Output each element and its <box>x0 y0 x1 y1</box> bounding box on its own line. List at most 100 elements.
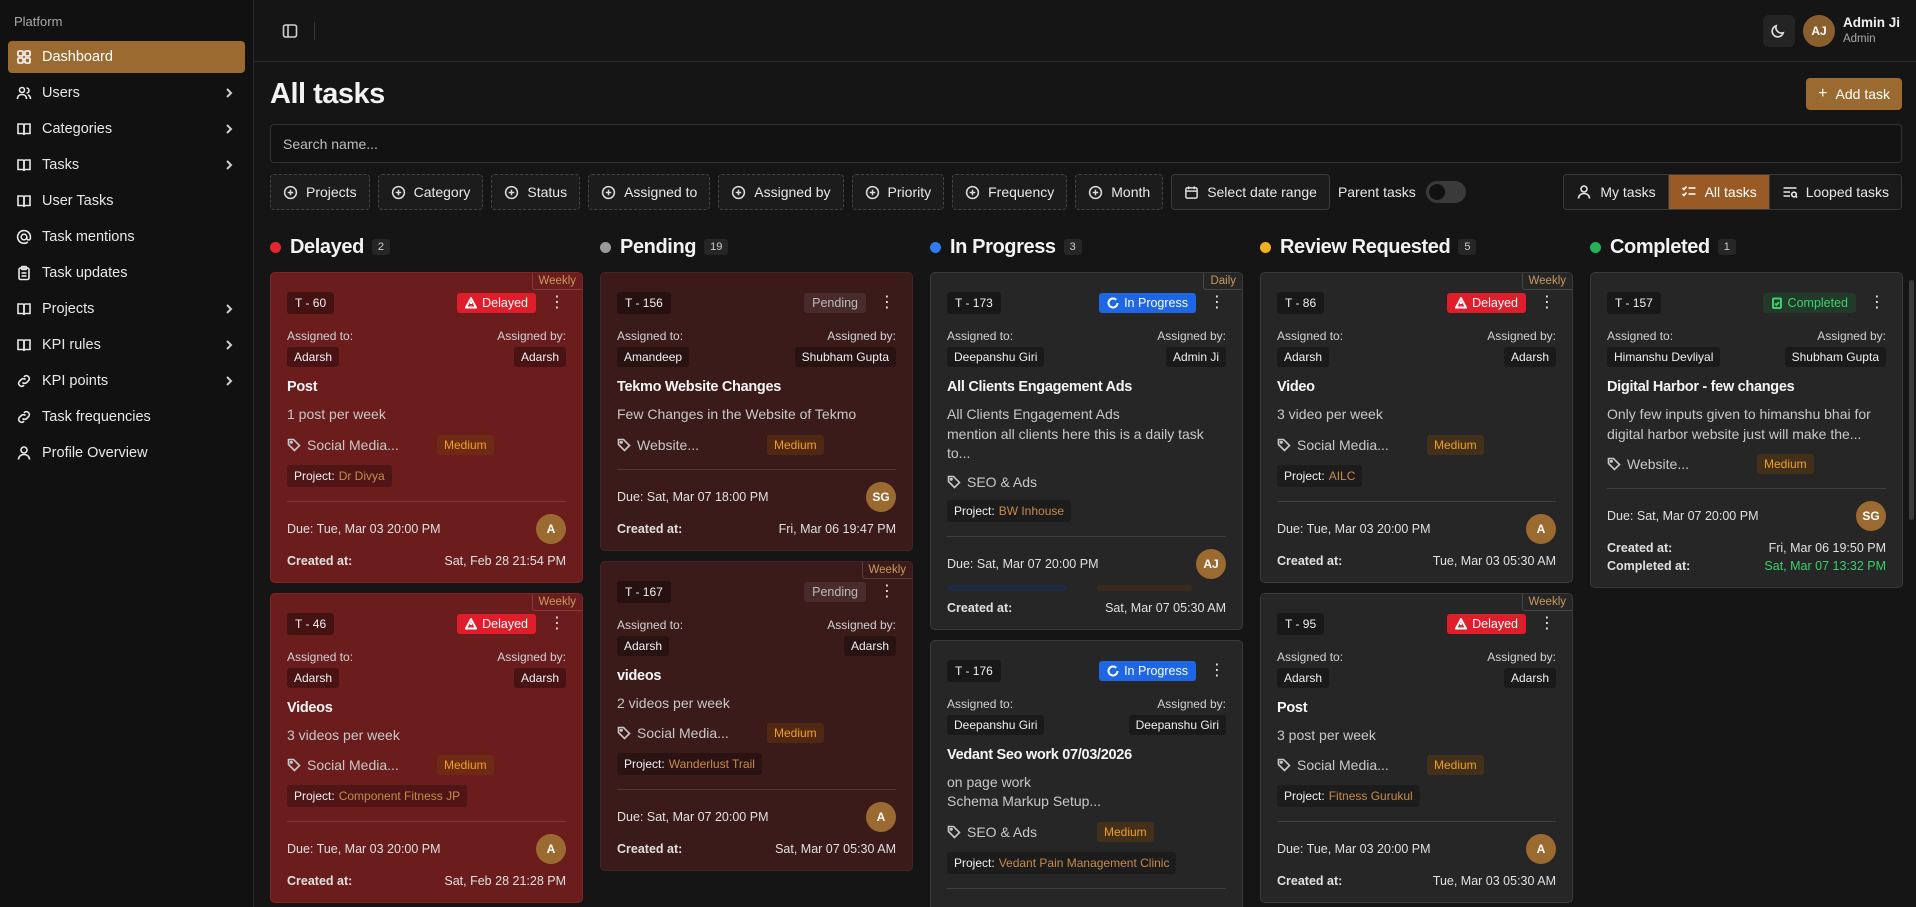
task-card[interactable]: Weekly T - 95 Delayed ⋮ Assigned to: Ass… <box>1260 592 1573 904</box>
more-options-icon[interactable]: ⋮ <box>1538 615 1556 632</box>
category-tag: Social Media... <box>1297 436 1389 453</box>
assigned-to-name: Himanshu Devliyal <box>1607 347 1721 367</box>
project-name[interactable]: BW Inhouse <box>999 504 1064 518</box>
sidebar-item-projects[interactable]: Projects <box>8 293 245 325</box>
date-range-button[interactable]: Select date range <box>1171 174 1330 210</box>
sidebar-item-task-updates[interactable]: Task updates <box>8 257 245 289</box>
assigned-to-name: Adarsh <box>1277 667 1330 688</box>
more-options-icon[interactable]: ⋮ <box>1208 295 1226 311</box>
filter-priority[interactable]: Priority <box>851 174 945 210</box>
parent-tasks-toggle[interactable] <box>1425 181 1466 203</box>
date-range-label: Select date range <box>1207 184 1317 200</box>
sidebar-item-users[interactable]: Users <box>8 77 245 109</box>
task-card[interactable]: Weekly T - 86 Delayed ⋮ Assigned to: Ass… <box>1260 272 1573 583</box>
board-scrollbar[interactable] <box>1909 280 1914 520</box>
more-options-icon[interactable]: ⋮ <box>1538 295 1556 311</box>
dashboard-icon <box>16 49 32 65</box>
loader-icon <box>1107 665 1119 677</box>
task-card[interactable]: T - 176 In Progress ⋮ Assigned to: Assig… <box>930 639 1243 907</box>
filter-frequency[interactable]: Frequency <box>952 174 1068 210</box>
task-card[interactable]: Weekly T - 167 Pending ⋮ Assigned to: As… <box>600 560 913 872</box>
created-label: Created at: <box>287 553 353 568</box>
tag-icon <box>1607 457 1621 471</box>
sidebar-item-task-mentions[interactable]: Task mentions <box>8 221 245 253</box>
due-value: Sat, Mar 07 20:00 PM <box>646 810 769 825</box>
assignee-avatar[interactable]: AJ <box>1196 548 1226 579</box>
user-avatar[interactable]: AJ <box>1802 14 1835 47</box>
due-label: Due: <box>1277 521 1304 536</box>
filter-category[interactable]: Category <box>377 174 484 210</box>
assignee-avatar[interactable]: A <box>536 834 566 865</box>
assigned-by-name: Adarsh <box>513 667 566 688</box>
view-my-tasks[interactable]: My tasks <box>1564 175 1669 209</box>
project-name[interactable]: AILC <box>1329 469 1356 483</box>
due-value: Sat, Mar 07 18:00 PM <box>646 489 769 504</box>
assignee-avatar[interactable]: SG <box>866 481 896 512</box>
add-task-button[interactable]: + Add task <box>1806 78 1902 110</box>
project-pill: Project: Wanderlust Trail <box>617 753 762 776</box>
more-options-icon[interactable]: ⋮ <box>548 295 566 311</box>
task-card[interactable]: Daily T - 173 In Progress ⋮ Assigned to:… <box>930 272 1243 630</box>
filter-assigned-by[interactable]: Assigned by <box>718 174 844 210</box>
status-badge: Pending <box>804 293 866 313</box>
view-looped-tasks[interactable]: Looped tasks <box>1769 175 1901 209</box>
sidebar-item-task-frequencies[interactable]: Task frequencies <box>8 401 245 433</box>
at-icon <box>16 229 32 245</box>
assignee-avatar[interactable]: A <box>536 513 566 544</box>
sidebar-item-user-tasks[interactable]: User Tasks <box>8 185 245 217</box>
more-options-icon[interactable]: ⋮ <box>1868 295 1886 311</box>
due-label: Due: <box>287 842 314 857</box>
more-options-icon[interactable]: ⋮ <box>548 615 566 632</box>
frequency-tag: Weekly <box>1521 593 1572 611</box>
sidebar-item-categories[interactable]: Categories <box>8 113 245 145</box>
project-name[interactable]: Wanderlust Trail <box>669 757 755 771</box>
sidebar-toggle-icon[interactable] <box>278 19 302 43</box>
filter-projects[interactable]: Projects <box>270 174 370 210</box>
due-label: Due: <box>287 521 314 536</box>
filter-month[interactable]: Month <box>1075 174 1164 210</box>
assignee-avatar[interactable]: A <box>1526 834 1556 865</box>
task-card[interactable]: Weekly T - 46 Delayed ⋮ Assigned to: Ass… <box>270 592 583 904</box>
user-info[interactable]: Admin Ji Admin <box>1843 15 1900 46</box>
created-value: Sat, Feb 28 21:28 PM <box>444 874 566 889</box>
sidebar-item-kpi-points[interactable]: KPI points <box>8 365 245 397</box>
filter-assigned-to[interactable]: Assigned to <box>588 174 711 210</box>
assigned-to-label: Assigned to: <box>947 329 1014 343</box>
assignee-avatar[interactable]: SG <box>1856 501 1886 532</box>
more-options-icon[interactable]: ⋮ <box>1208 662 1226 679</box>
search-input[interactable] <box>270 124 1902 163</box>
project-name[interactable]: Component Fitness JP <box>339 789 460 803</box>
assigned-by-name: Adarsh <box>1503 347 1556 367</box>
content: All tasks + Add task Projects Category S… <box>254 62 1916 907</box>
sidebar-item-profile-overview[interactable]: Profile Overview <box>8 437 245 469</box>
plus-circle-icon <box>965 185 980 200</box>
project-label: Project: <box>624 757 665 772</box>
more-options-icon[interactable]: ⋮ <box>878 583 896 600</box>
column-count: 1 <box>1717 239 1736 255</box>
column-delayed: Delayed 2 Weekly T - 60 Delayed ⋮ Assign… <box>270 232 583 907</box>
list-search-icon <box>1782 184 1798 200</box>
app-root: Platform Dashboard Users Categories Task… <box>0 0 1916 907</box>
assignee-avatar[interactable]: A <box>1526 513 1556 544</box>
assignee-avatar[interactable]: A <box>866 802 896 833</box>
task-card[interactable]: T - 157 Completed ⋮ Assigned to: Assigne… <box>1590 272 1903 589</box>
sidebar-item-kpi-rules[interactable]: KPI rules <box>8 329 245 361</box>
tag-icon <box>617 438 631 452</box>
filter-status[interactable]: Status <box>491 174 581 210</box>
chevron-right-icon <box>223 339 235 351</box>
assigned-to-name: Adarsh <box>1277 347 1330 367</box>
sidebar-item-dashboard[interactable]: Dashboard <box>8 41 245 73</box>
project-name[interactable]: Vedant Pain Management Clinic <box>999 856 1170 870</box>
sidebar-item-tasks[interactable]: Tasks <box>8 149 245 181</box>
task-description-line: 2 videos per week <box>617 694 730 711</box>
theme-toggle-button[interactable] <box>1762 14 1795 47</box>
task-card[interactable]: Weekly T - 60 Delayed ⋮ Assigned to: Ass… <box>270 272 583 583</box>
view-all-tasks[interactable]: All tasks <box>1668 175 1770 209</box>
project-name[interactable]: Fitness Gurukul <box>1329 789 1413 803</box>
priority-badge: Medium <box>1097 821 1154 842</box>
task-card[interactable]: T - 156 Pending ⋮ Assigned to: Assigned … <box>600 272 913 551</box>
project-name[interactable]: Dr Divya <box>339 469 385 483</box>
tag-icon <box>1277 758 1291 772</box>
status-badge: In Progress <box>1099 660 1196 681</box>
more-options-icon[interactable]: ⋮ <box>878 295 896 311</box>
